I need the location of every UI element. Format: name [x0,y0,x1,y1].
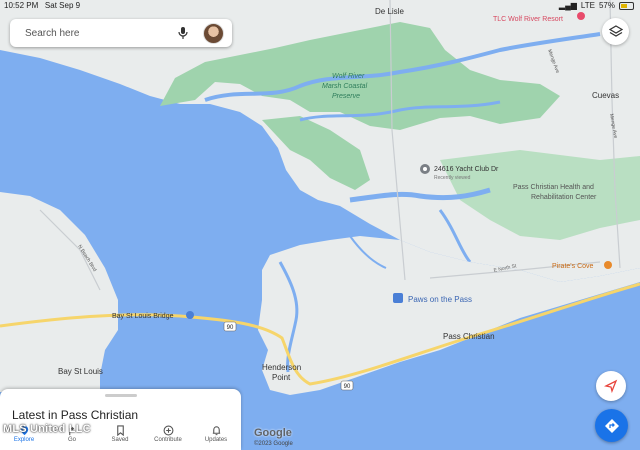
directions-button[interactable] [595,409,628,442]
status-time: 10:52 PM [4,1,39,10]
contribute-icon [163,425,173,436]
label-cuevas: Cuevas [592,91,619,100]
label-wolf-river-1: Wolf River [332,73,365,80]
microphone-icon[interactable] [176,26,190,40]
highway-shield: 90 [223,321,237,332]
bottom-sheet[interactable]: Latest in Pass Christian Explore Go Save… [0,389,241,450]
google-logo: Google [254,427,292,439]
copyright-text: ©2023 Google [254,441,293,447]
sheet-handle[interactable] [105,394,137,397]
layers-icon [608,24,623,37]
tab-label: Updates [204,437,228,443]
label-wolf-river-2: Marsh Coastal [322,83,368,90]
highway-shield: 90 [340,380,354,391]
sheet-title: Latest in Pass Christian [12,408,139,422]
map-canvas[interactable]: 90 90 De Lisle TLC Wolf River Resort Wol… [0,0,640,450]
status-battery: 57% [598,1,615,10]
bookmark-icon [116,425,124,436]
tab-updates[interactable]: Updates [192,425,240,450]
status-network: LTE [580,1,595,10]
navigation-arrow-icon [604,379,618,393]
tab-contribute[interactable]: Contribute [144,425,192,450]
label-health-2: Rehabilitation Center [531,194,597,201]
tab-label: Go [67,437,76,443]
battery-icon [619,1,634,10]
tab-label: Explore [13,437,35,443]
search-bar[interactable] [10,19,232,47]
my-location-button[interactable] [596,371,626,401]
status-date: Sat Sep 9 [44,1,81,10]
label-wolf-river-3: Preserve [332,93,360,100]
shield-label: 90 [344,384,351,390]
tab-saved[interactable]: Saved [96,425,144,450]
directions-icon [604,418,619,433]
label-henderson-1: Henderson [262,363,301,372]
label-pirates-cove: Pirate's Cove [552,263,594,270]
label-henderson-2: Point [272,373,291,382]
signal-icon: ▂▄▆ [558,1,577,10]
search-input[interactable] [23,26,167,40]
label-tlc: TLC Wolf River Resort [493,16,563,23]
label-health-1: Pass Christian Health and [513,184,594,191]
bell-icon [212,426,220,436]
layers-button[interactable] [602,18,629,45]
status-bar: 10:52 PM Sat Sep 9 ▂▄▆ LTE 57% [0,0,640,12]
label-pass-christian: Pass Christian [443,332,495,341]
label-bay-st-louis: Bay St Louis [58,367,103,376]
label-bay-bridge: Bay St Louis Bridge [112,313,174,320]
label-recently-viewed: Recently viewed [434,175,471,181]
shield-label: 90 [227,325,234,331]
tab-label: Contribute [154,437,182,443]
label-paws: Paws on the Pass [408,295,472,304]
watermark: MLS United LLC [3,423,91,435]
avatar[interactable] [203,23,224,44]
label-yacht-club: 24616 Yacht Club Dr [434,166,499,173]
tab-label: Saved [111,437,129,443]
